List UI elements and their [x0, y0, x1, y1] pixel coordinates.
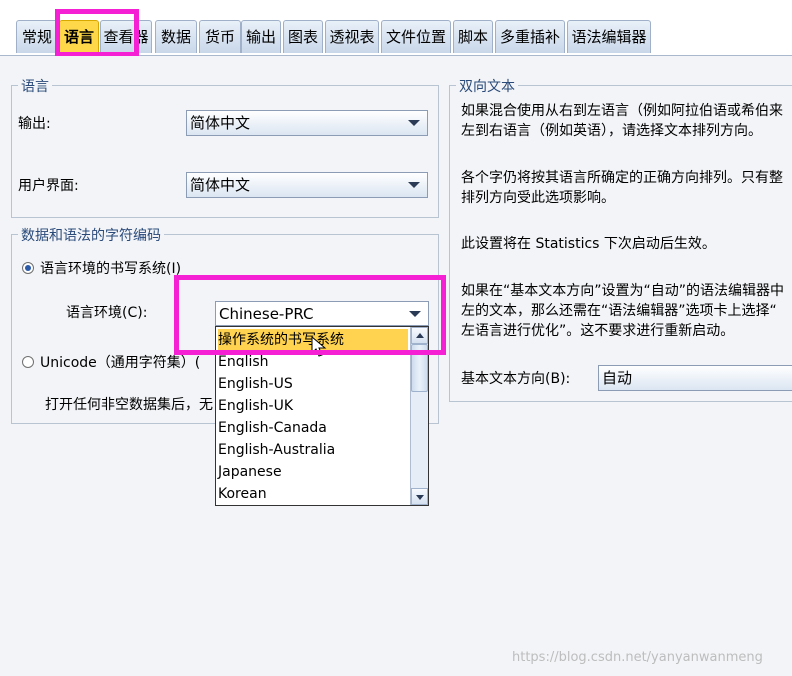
- encoding-note: 打开任何非空数据集后，无: [45, 397, 213, 413]
- bidi-text-line: 排列方向受此选项影响。: [461, 190, 615, 206]
- bidi-text-line: 如果混合使用从右到左语言（例如阿拉伯语或希伯来: [461, 103, 783, 119]
- ui-language-value: 简体中文: [190, 176, 251, 194]
- dropdown-option-english-uk[interactable]: English-UK: [218, 395, 408, 417]
- base-direction-select[interactable]: 自动: [598, 365, 792, 391]
- ui-language-label: 用户界面:: [18, 178, 79, 194]
- language-group-title: 语言: [18, 76, 52, 96]
- tab-charts[interactable]: 图表: [283, 20, 323, 53]
- dropdown-option-japanese[interactable]: Japanese: [218, 461, 408, 483]
- bidi-text-line: 左语言进行优化”。这不要求进行重新启动。: [461, 323, 735, 339]
- tab-output[interactable]: 输出: [241, 20, 281, 53]
- tab-pivot-tables[interactable]: 透视表: [325, 20, 379, 53]
- language-group: [11, 85, 439, 218]
- unicode-label: Unicode（通用字符集）(: [40, 355, 201, 371]
- base-direction-value: 自动: [602, 369, 633, 387]
- bidi-group-title: 双向文本: [456, 76, 518, 96]
- tab-data[interactable]: 数据: [155, 20, 197, 53]
- unicode-radio[interactable]: [22, 356, 34, 368]
- bidi-text-line: 各个字仍将按其语言所确定的正确方向排列。只有整: [461, 170, 783, 186]
- output-language-label: 输出:: [18, 116, 51, 132]
- highlight-box-locale: [174, 275, 446, 355]
- bidi-text-line: 此设置将在 Statistics 下次启动后生效。: [461, 236, 716, 252]
- tab-multiple-imputations[interactable]: 多重插补: [495, 20, 565, 53]
- tab-scripts[interactable]: 脚本: [453, 20, 493, 53]
- chevron-down-icon: [408, 182, 420, 188]
- locale-writing-system-label: 语言环境的书写系统(I): [40, 261, 182, 277]
- encoding-group-title: 数据和语法的字符编码: [18, 225, 164, 245]
- tab-currency[interactable]: 货币: [199, 20, 241, 53]
- bidi-text-line: 左到右语言（例如英语），请选择文本排列方向。: [461, 123, 762, 139]
- tab-general[interactable]: 常规: [16, 20, 58, 53]
- tab-syntax-editor[interactable]: 语法编辑器: [567, 20, 651, 53]
- tab-file-locations[interactable]: 文件位置: [381, 20, 451, 53]
- dropdown-option-english-us[interactable]: English-US: [218, 373, 408, 395]
- dropdown-option-english-canada[interactable]: English-Canada: [218, 417, 408, 439]
- locale-label: 语言环境(C):: [66, 305, 148, 321]
- arrow-down-icon: [416, 495, 424, 500]
- output-language-select[interactable]: 简体中文: [186, 110, 428, 136]
- highlight-box-tab: [55, 9, 139, 57]
- dropdown-option-korean[interactable]: Korean: [218, 483, 408, 503]
- bidi-text-line: 如果在“基本文本方向”设置为“自动”的语法编辑器中: [461, 283, 785, 299]
- dropdown-option-english-australia[interactable]: English-Australia: [218, 439, 408, 461]
- ui-language-select[interactable]: 简体中文: [186, 172, 428, 198]
- chevron-down-icon: [408, 120, 420, 126]
- bidi-text-line: 左的文本，那么还需在“语法编辑器”选项卡上选择“: [461, 303, 777, 319]
- scroll-down-button[interactable]: [411, 488, 428, 505]
- watermark: https://blog.csdn.net/yanyanwanmeng: [512, 650, 763, 665]
- locale-writing-system-radio[interactable]: [22, 262, 34, 274]
- base-direction-label: 基本文本方向(B):: [461, 371, 571, 387]
- output-language-value: 简体中文: [190, 114, 251, 132]
